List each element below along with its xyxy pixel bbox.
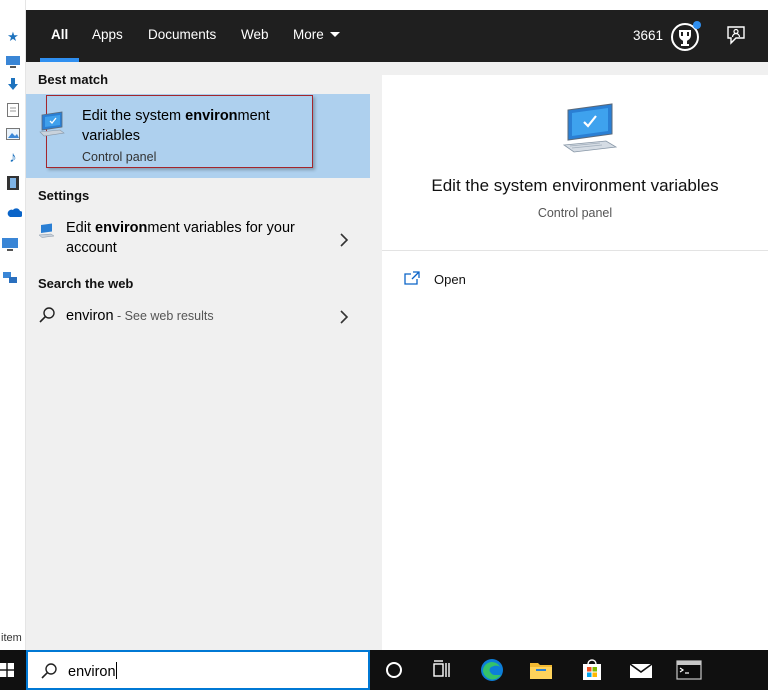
chevron-right-icon xyxy=(339,310,349,324)
system-properties-large-icon xyxy=(562,100,620,156)
trophy-icon[interactable] xyxy=(670,20,702,52)
best-match-title: Edit the system environment variables xyxy=(82,106,302,146)
settings-title-pre: Edit xyxy=(66,220,96,236)
best-match-item[interactable]: Edit the system environment variables Co… xyxy=(26,94,370,178)
task-view-icon[interactable] xyxy=(428,658,454,682)
open-label: Open xyxy=(434,272,466,287)
settings-laptop-icon xyxy=(38,222,56,240)
results-list: Best match Edit the system environment v… xyxy=(26,62,370,650)
search-web-header: Search the web xyxy=(38,276,134,291)
cortana-icon[interactable] xyxy=(381,658,407,682)
best-match-subtitle: Control panel xyxy=(82,150,157,164)
web-suffix: - See web results xyxy=(113,309,214,323)
tab-more[interactable]: More xyxy=(293,10,340,62)
file-explorer-icon[interactable] xyxy=(528,658,554,682)
open-icon xyxy=(404,271,420,285)
search-icon xyxy=(40,662,58,680)
best-match-title-pre: Edit the system xyxy=(82,108,186,124)
settings-result-title: Edit environment variables for your acco… xyxy=(66,218,316,258)
web-query: environ xyxy=(66,308,114,324)
settings-title-bold: environ xyxy=(95,220,148,236)
web-result-item[interactable]: environ - See web results xyxy=(26,302,370,332)
terminal-icon[interactable] xyxy=(676,658,702,682)
preview-pane: Edit the system environment variables Co… xyxy=(382,75,768,650)
settings-header: Settings xyxy=(38,188,90,203)
search-input[interactable]: environ xyxy=(68,662,117,680)
downloads-icon xyxy=(6,78,20,92)
explorer-top-edge xyxy=(26,0,768,10)
documents-icon xyxy=(6,103,20,117)
text-cursor xyxy=(115,662,117,679)
videos-icon xyxy=(6,176,20,190)
taskbar: environ xyxy=(0,650,768,690)
system-properties-icon xyxy=(38,109,68,139)
best-match-title-bold: environ xyxy=(185,108,238,124)
explorer-nav-strip: ★ ♪ item xyxy=(0,0,26,650)
quick-access-star-icon: ★ xyxy=(7,29,19,44)
settings-result-item[interactable]: Edit environment variables for your acco… xyxy=(26,214,370,264)
tab-all[interactable]: All xyxy=(39,10,80,62)
tab-documents[interactable]: Documents xyxy=(148,10,216,62)
music-icon: ♪ xyxy=(9,149,17,166)
mail-icon[interactable] xyxy=(628,658,654,682)
web-result-text: environ - See web results xyxy=(66,306,316,326)
store-icon[interactable] xyxy=(579,658,605,682)
preview-subtitle: Control panel xyxy=(537,206,613,220)
preview-title: Edit the system environment variables xyxy=(431,176,719,195)
edge-icon[interactable] xyxy=(479,658,505,682)
windows-start-icon[interactable] xyxy=(0,663,14,677)
status-items-count: item xyxy=(1,632,22,644)
search-flyout: All Apps Documents Web More 3661 Best ma… xyxy=(26,10,768,650)
preview-header: Edit the system environment variables Co… xyxy=(382,75,768,251)
best-match-header: Best match xyxy=(38,72,109,87)
rewards-points[interactable]: 3661 xyxy=(633,10,663,62)
tab-web[interactable]: Web xyxy=(241,10,269,62)
search-icon xyxy=(38,306,56,324)
tab-apps[interactable]: Apps xyxy=(92,10,123,62)
chevron-right-icon xyxy=(339,233,349,247)
desktop-icon xyxy=(6,56,20,70)
tab-more-label: More xyxy=(293,27,324,42)
search-input-value: environ xyxy=(68,664,116,680)
onedrive-icon xyxy=(6,207,24,221)
feedback-icon[interactable] xyxy=(725,24,747,46)
search-scope-bar: All Apps Documents Web More 3661 xyxy=(26,10,768,62)
this-pc-icon xyxy=(2,238,18,252)
pictures-icon xyxy=(6,128,20,142)
taskbar-search-box[interactable]: environ xyxy=(26,650,370,690)
caret-down-icon xyxy=(329,31,340,37)
network-icon xyxy=(2,271,17,285)
